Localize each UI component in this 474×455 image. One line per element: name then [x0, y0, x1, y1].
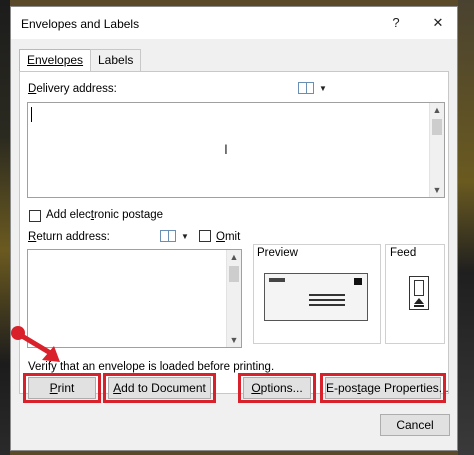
options-highlight — [238, 373, 316, 403]
scroll-down-icon[interactable]: ▼ — [430, 183, 444, 197]
tab-labels[interactable]: Labels — [90, 49, 142, 71]
print-highlight — [23, 373, 101, 403]
address-line-2 — [309, 299, 345, 301]
envelope-preview[interactable] — [264, 273, 368, 321]
stamp-icon — [354, 278, 362, 285]
close-button[interactable]: ✕ — [427, 13, 449, 33]
tab-envelopes-label: Envelopes — [27, 53, 84, 67]
red-arrow-icon — [11, 326, 60, 362]
envelopes-labels-dialog: Envelopes and Labels ? ✕ Envelopes Label… — [10, 6, 458, 451]
cancel-button[interactable]: Cancel — [380, 414, 450, 436]
omit-checkbox[interactable] — [199, 230, 211, 242]
add-electronic-postage-checkbox[interactable] — [29, 210, 41, 222]
scroll-thumb[interactable] — [432, 119, 442, 135]
add-to-document-highlight — [103, 373, 216, 403]
help-button[interactable]: ? — [385, 13, 407, 33]
return-scroll-up-icon[interactable]: ▲ — [227, 250, 241, 264]
feed-icon[interactable] — [409, 276, 429, 310]
envelopes-panel: Delivery address: ▼ I ▲ ▼ Add electronic… — [19, 71, 449, 394]
window-title: Envelopes and Labels — [21, 17, 140, 31]
tab-envelopes[interactable]: Envelopes — [19, 49, 92, 72]
omit-label: Omit — [216, 231, 241, 243]
feed-arrow-icon — [414, 298, 424, 304]
feed-group[interactable]: Feed — [385, 244, 445, 344]
text-cursor — [31, 107, 32, 122]
feed-label: Feed — [390, 247, 417, 259]
title-bar: Envelopes and Labels ? ✕ — [11, 7, 457, 39]
delivery-address-input[interactable]: I ▲ ▼ — [27, 102, 445, 198]
background-left — [0, 0, 10, 455]
preview-label: Preview — [257, 247, 298, 259]
scroll-up-icon[interactable]: ▲ — [430, 103, 444, 117]
background-right — [458, 0, 474, 455]
tab-labels-label: Labels — [98, 53, 134, 67]
return-chevron-down-icon[interactable]: ▼ — [181, 232, 189, 241]
feed-base — [414, 305, 424, 307]
delivery-address-label: Delivery address: — [28, 83, 117, 95]
return-lines — [269, 278, 285, 282]
feed-envelope-shape — [414, 280, 424, 296]
chevron-down-icon[interactable]: ▼ — [319, 84, 327, 93]
return-address-label: Return address: — [28, 231, 110, 243]
epostage-highlight — [320, 373, 446, 403]
address-line-3 — [309, 304, 345, 306]
return-scrollbar[interactable]: ▲ ▼ — [226, 250, 241, 347]
add-electronic-postage-label: Add electronic postage — [46, 209, 164, 221]
return-address-book-icon[interactable] — [160, 230, 176, 242]
address-book-icon[interactable] — [298, 82, 314, 94]
address-line-1 — [309, 294, 345, 296]
preview-group[interactable]: Preview — [253, 244, 381, 344]
delivery-scrollbar[interactable]: ▲ ▼ — [429, 103, 444, 197]
return-scroll-thumb[interactable] — [229, 266, 239, 282]
ibeam-cursor-icon: I — [224, 141, 228, 157]
return-scroll-down-icon[interactable]: ▼ — [227, 333, 241, 347]
